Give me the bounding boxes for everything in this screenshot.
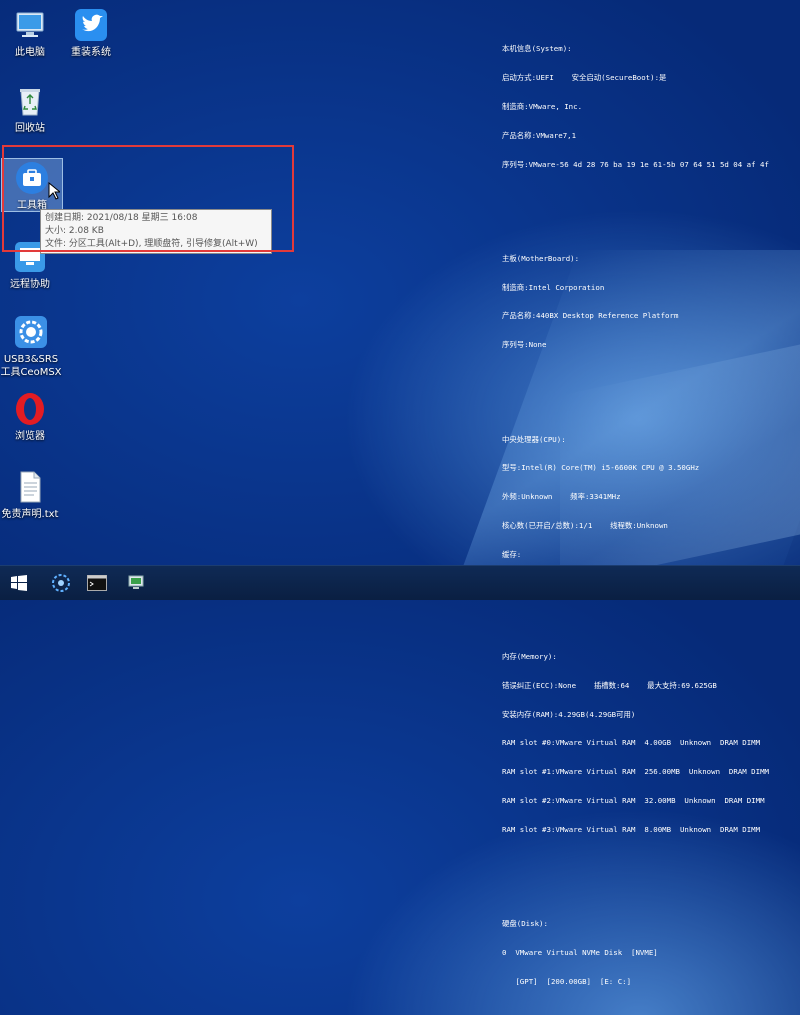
taskbar — [0, 565, 800, 600]
sysinfo-line: 产品名称:VMware7,1 — [502, 130, 577, 140]
sysinfo-line: 制造商:Intel Corporation — [502, 282, 605, 292]
sysinfo-line: RAM slot #2:VMware Virtual RAM 32.00MB U… — [502, 795, 765, 805]
sysinfo-line: RAM slot #0:VMware Virtual RAM 4.00GB Un… — [502, 738, 761, 748]
gear-app-icon — [14, 315, 48, 349]
desktop-icon-reinstall-system[interactable]: 重装系统 — [57, 8, 125, 59]
sysinfo-line: 核心数(已开启/总数):1/1 线程数:Unknown — [502, 520, 668, 530]
sysinfo-line: 制造商:VMware, Inc. — [502, 101, 583, 111]
network-monitor-icon — [128, 575, 144, 589]
sysinfo-motherboard-section: 主板(MotherBoard): 制造商:Intel Corporation 产… — [502, 235, 800, 369]
sysinfo-line: 中央处理器(CPU): — [502, 434, 566, 444]
desktop-icon-label: 浏览器 — [15, 431, 45, 442]
sysinfo-line: 序列号:None — [502, 340, 547, 350]
tool-tray-button[interactable] — [46, 570, 76, 596]
sysinfo-line: 主板(MotherBoard): — [502, 253, 580, 263]
sysinfo-line: 序列号:VMware-56 4d 28 76 ba 19 1e 61-5b 07… — [502, 159, 769, 169]
sysinfo-line: 内存(Memory): — [502, 652, 557, 661]
command-prompt-button[interactable] — [82, 570, 112, 596]
desktop-icon-disclaimer-txt[interactable]: 免责声明.txt — [0, 470, 64, 521]
sysinfo-line: 安装内存(RAM):4.29GB(4.29GB可用) — [502, 709, 636, 719]
sysinfo-line: 缓存: — [502, 549, 522, 559]
sysinfo-line: 型号:Intel(R) Core(TM) i5-6600K CPU @ 3.50… — [502, 463, 700, 473]
sysinfo-line: 外频:Unknown 频率:3341MHz — [502, 492, 621, 502]
desktop-icon-label: 重装系统 — [71, 47, 111, 58]
system-info-panel: 本机信息(System): 启动方式:UEFI 安全启动(SecureBoot)… — [502, 6, 800, 1015]
start-icon — [11, 575, 27, 591]
sysinfo-line: 错误纠正(ECC):None 插槽数:64 最大支持:69.625GB — [502, 680, 717, 690]
command-prompt-icon — [87, 575, 107, 591]
sysinfo-system-section: 本机信息(System): 启动方式:UEFI 安全启动(SecureBoot)… — [502, 25, 800, 188]
desktop-icon-label: 免责声明.txt — [1, 509, 59, 520]
opera-icon — [13, 392, 47, 426]
bird-app-icon — [74, 8, 108, 42]
desktop-icon-label: 远程协助 — [10, 279, 50, 290]
desktop-icon-label: 此电脑 — [15, 47, 45, 58]
sysinfo-line: 本机信息(System): — [502, 44, 572, 54]
sysinfo-line: 硬盘(Disk): — [502, 919, 548, 929]
desktop-icon-label: 回收站 — [15, 123, 45, 134]
highlight-annotation-box — [2, 145, 294, 252]
sysinfo-cpu-section: 中央处理器(CPU): 型号:Intel(R) Core(TM) i5-6600… — [502, 415, 800, 578]
text-file-icon — [13, 470, 47, 504]
sysinfo-disk-section: 硬盘(Disk): 0 VMware Virtual NVMe Disk [NV… — [502, 900, 800, 1006]
desktop-icon-usb3-srs[interactable]: USB3&SRS 工具CeoMSX — [0, 315, 65, 379]
recycle-bin-icon — [13, 84, 47, 118]
desktop-icon-browser[interactable]: 浏览器 — [0, 392, 64, 443]
sysinfo-line: RAM slot #3:VMware Virtual RAM 8.00MB Un… — [502, 824, 761, 834]
sysinfo-line: 启动方式:UEFI 安全启动(SecureBoot):是 — [502, 73, 667, 83]
start-button[interactable] — [4, 570, 34, 596]
sysinfo-line: RAM slot #1:VMware Virtual RAM 256.00MB … — [502, 767, 769, 777]
desktop-icon-this-pc[interactable]: 此电脑 — [0, 8, 64, 59]
computer-icon — [13, 8, 47, 42]
sysinfo-line: 0 VMware Virtual NVMe Disk [NVME] — [502, 947, 658, 957]
sysinfo-memory-section: 内存(Memory): 错误纠正(ECC):None 插槽数:64 最大支持:6… — [502, 633, 800, 854]
tool-tray-icon — [52, 574, 70, 592]
network-monitor-button[interactable] — [122, 570, 152, 596]
sysinfo-line: 产品名称:440BX Desktop Reference Platform — [502, 311, 679, 321]
desktop-icon-recycle-bin[interactable]: 回收站 — [0, 84, 64, 135]
sysinfo-line: [GPT] [200.00GB] [E: C:] — [502, 976, 632, 986]
desktop-icon-label: USB3&SRS 工具CeoMSX — [0, 354, 62, 378]
